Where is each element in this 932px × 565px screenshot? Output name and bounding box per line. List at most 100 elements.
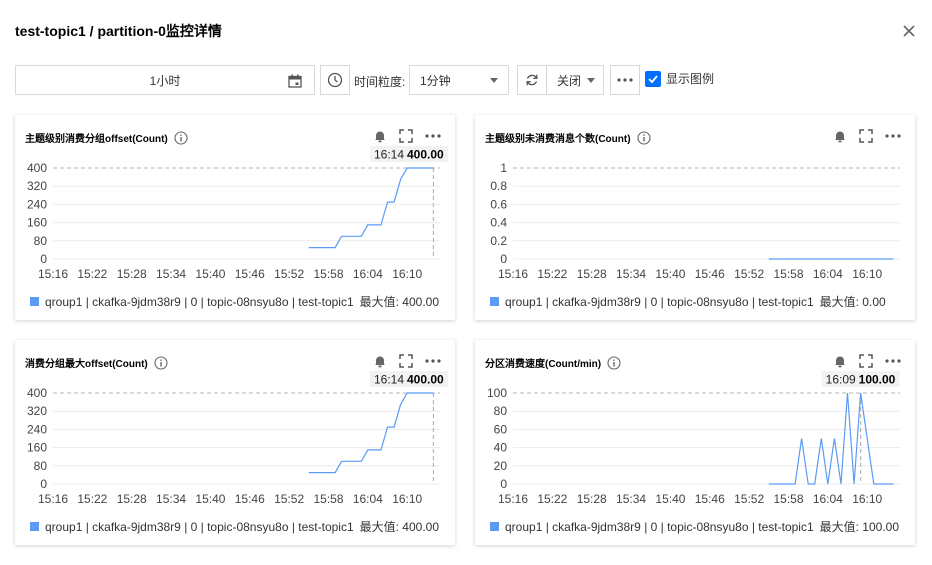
x-tick-label: 16:04 xyxy=(813,492,843,506)
granularity-value: 1分钟 xyxy=(420,73,451,88)
dialog-title: test-topic1 / partition-0监控详情 xyxy=(15,23,222,39)
chevron-down-icon xyxy=(587,78,595,83)
granularity-select[interactable]: 1分钟 xyxy=(409,65,509,95)
chart-legend[interactable]: qroup1 | ckafka-9jdm38r9 | 0 | topic-08n… xyxy=(490,518,902,535)
legend-swatch xyxy=(30,522,39,531)
x-tick-label: 15:58 xyxy=(773,267,803,281)
calendar-icon xyxy=(288,74,302,88)
show-legend-checkbox[interactable]: 显示图例 xyxy=(645,70,714,87)
tooltip-time: 16:09 xyxy=(826,373,856,387)
line-chart[interactable]: 0 0.2 0.4 0.6 0.8 1 15:16 15:22 15:28 15:34 15:40 1… xyxy=(475,115,915,290)
y-tick-label: 320 xyxy=(27,404,47,418)
x-tick-label: 15:40 xyxy=(655,492,685,506)
x-tick-label: 15:22 xyxy=(77,492,107,506)
chart-card: 主题级别未消费消息个数(Count) 0 0.2 0.4 0.6 0.8 1 15:16 15… xyxy=(475,115,915,320)
refresh-icon xyxy=(526,74,538,86)
x-tick-label: 15:40 xyxy=(195,267,225,281)
series-line xyxy=(768,392,894,485)
chart-legend[interactable]: qroup1 | ckafka-9jdm38r9 | 0 | topic-08n… xyxy=(490,293,902,310)
x-tick-label: 16:10 xyxy=(392,492,422,506)
y-tick-label: 0.2 xyxy=(490,234,507,248)
granularity-label: 时间粒度: xyxy=(354,75,406,89)
x-tick-label: 15:16 xyxy=(498,267,528,281)
x-tick-label: 15:40 xyxy=(655,267,685,281)
y-tick-label: 320 xyxy=(27,179,47,193)
y-tick-label: 40 xyxy=(494,441,508,455)
y-tick-label: 80 xyxy=(494,404,508,418)
toolbar-more-button[interactable] xyxy=(610,65,640,95)
more-icon xyxy=(617,78,633,82)
y-tick-label: 240 xyxy=(27,422,47,436)
legend-swatch xyxy=(30,297,39,306)
y-tick-label: 240 xyxy=(27,197,47,211)
check-icon xyxy=(648,74,658,83)
chart-card: 分区消费速度(Count/min) 0 20 40 60 80 100 15:16 15:22… xyxy=(475,340,915,545)
close-button[interactable] xyxy=(900,22,918,40)
line-chart[interactable]: 0 80 160 240 320 400 15:16 15:22 15:28 15:34 15:40… xyxy=(15,340,455,515)
refresh-button[interactable] xyxy=(517,65,547,95)
y-tick-label: 100 xyxy=(487,386,507,400)
legend-max-value: 最大值: 400.00 xyxy=(359,295,440,309)
y-tick-label: 0 xyxy=(500,252,507,266)
x-tick-label: 15:58 xyxy=(313,267,343,281)
legend-max-value: 最大值: 400.00 xyxy=(359,520,440,534)
x-tick-label: 15:22 xyxy=(77,267,107,281)
x-tick-label: 15:40 xyxy=(195,492,225,506)
x-tick-label: 15:34 xyxy=(156,492,186,506)
checkbox[interactable] xyxy=(645,70,661,87)
series-line xyxy=(308,392,434,474)
tooltip-value: 400.00 xyxy=(407,373,444,387)
auto-refresh-select[interactable]: 关闭 xyxy=(546,65,604,95)
legend-series-name: qroup1 | ckafka-9jdm38r9 | 0 | topic-08n… xyxy=(45,294,354,309)
legend-series-name: qroup1 | ckafka-9jdm38r9 | 0 | topic-08n… xyxy=(505,294,814,309)
x-tick-label: 15:58 xyxy=(313,492,343,506)
x-tick-label: 16:04 xyxy=(353,492,383,506)
x-tick-label: 15:28 xyxy=(577,492,607,506)
y-tick-label: 0.6 xyxy=(490,197,507,211)
tooltip-value: 100.00 xyxy=(859,373,896,387)
series-line xyxy=(308,167,434,249)
y-tick-label: 400 xyxy=(27,161,47,175)
chart-card: 消费分组最大offset(Count) 0 80 160 240 320 400 15:16… xyxy=(15,340,455,545)
y-tick-label: 160 xyxy=(27,216,47,230)
x-tick-label: 16:10 xyxy=(852,267,882,281)
auto-refresh-value: 关闭 xyxy=(557,73,582,88)
x-tick-label: 15:28 xyxy=(117,267,147,281)
y-tick-label: 400 xyxy=(27,386,47,400)
close-icon[interactable] xyxy=(900,22,918,40)
x-tick-label: 16:10 xyxy=(852,492,882,506)
y-tick-label: 80 xyxy=(34,234,48,248)
y-tick-label: 20 xyxy=(494,459,508,473)
line-chart[interactable]: 0 80 160 240 320 400 15:16 15:22 15:28 15:34 15:40… xyxy=(15,115,455,290)
toolbar: 1小时 时间粒度: 1分钟 关闭 显示图例 xyxy=(15,65,915,95)
x-tick-label: 15:34 xyxy=(156,267,186,281)
time-shortcut-button[interactable] xyxy=(320,65,350,95)
x-tick-label: 15:28 xyxy=(117,492,147,506)
chart-legend[interactable]: qroup1 | ckafka-9jdm38r9 | 0 | topic-08n… xyxy=(30,293,442,310)
y-tick-label: 80 xyxy=(34,459,48,473)
x-tick-label: 15:58 xyxy=(773,492,803,506)
x-tick-label: 15:52 xyxy=(734,492,764,506)
legend-series-name: qroup1 | ckafka-9jdm38r9 | 0 | topic-08n… xyxy=(505,519,814,534)
time-range-picker[interactable]: 1小时 xyxy=(15,65,315,95)
x-tick-label: 15:16 xyxy=(38,267,68,281)
time-range-value: 1小时 xyxy=(149,73,181,88)
x-tick-label: 15:46 xyxy=(235,267,265,281)
x-tick-label: 15:34 xyxy=(616,267,646,281)
x-tick-label: 16:10 xyxy=(392,267,422,281)
x-tick-label: 15:46 xyxy=(695,492,725,506)
x-tick-label: 15:52 xyxy=(274,267,304,281)
tooltip-time: 16:14 xyxy=(374,373,404,387)
tooltip-time: 16:14 xyxy=(374,148,404,162)
y-tick-label: 0 xyxy=(40,477,47,491)
chevron-down-icon xyxy=(490,78,498,83)
x-tick-label: 15:16 xyxy=(38,492,68,506)
x-tick-label: 15:16 xyxy=(498,492,528,506)
x-tick-label: 15:46 xyxy=(235,492,265,506)
y-tick-label: 160 xyxy=(27,441,47,455)
y-tick-label: 1 xyxy=(500,161,507,175)
legend-series-name: qroup1 | ckafka-9jdm38r9 | 0 | topic-08n… xyxy=(45,519,354,534)
x-tick-label: 15:34 xyxy=(616,492,646,506)
chart-legend[interactable]: qroup1 | ckafka-9jdm38r9 | 0 | topic-08n… xyxy=(30,518,442,535)
line-chart[interactable]: 0 20 40 60 80 100 15:16 15:22 15:28 15:34 15:40 15:… xyxy=(475,340,915,515)
